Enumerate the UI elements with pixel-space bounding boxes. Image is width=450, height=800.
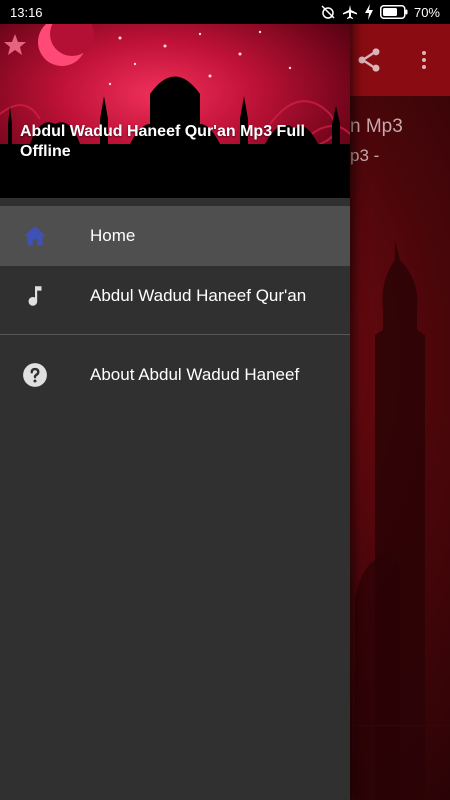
alarm-off-icon bbox=[321, 5, 335, 19]
drawer-menu: Home Abdul Wadud Haneef Qur'an About Abd… bbox=[0, 198, 350, 405]
music-note-icon bbox=[28, 286, 42, 306]
menu-divider bbox=[0, 334, 350, 335]
menu-item-about[interactable]: About Abdul Wadud Haneef bbox=[0, 345, 350, 405]
home-icon bbox=[24, 226, 46, 246]
app-title-fragment: n Mp3 bbox=[350, 116, 403, 137]
drawer-header: Abdul Wadud Haneef Qur'an Mp3 Full Offli… bbox=[0, 24, 350, 198]
app-divider bbox=[350, 725, 450, 726]
menu-item-quran[interactable]: Abdul Wadud Haneef Qur'an bbox=[0, 266, 350, 326]
help-icon bbox=[23, 363, 47, 387]
menu-item-label: Abdul Wadud Haneef Qur'an bbox=[90, 286, 307, 305]
mosque-header-art bbox=[0, 24, 350, 198]
navigation-drawer: Abdul Wadud Haneef Qur'an Mp3 Full Offli… bbox=[0, 0, 350, 800]
menu-item-home[interactable]: Home bbox=[0, 206, 350, 266]
share-icon[interactable] bbox=[355, 46, 383, 74]
status-time: 13:16 bbox=[10, 5, 43, 20]
menu-item-label: About Abdul Wadud Haneef bbox=[90, 365, 300, 384]
status-icons: 70% bbox=[320, 4, 440, 20]
status-bar: 13:16 70% bbox=[0, 0, 450, 24]
more-vert-icon[interactable] bbox=[412, 46, 436, 74]
airplane-icon bbox=[342, 5, 357, 19]
drawer-title: Abdul Wadud Haneef Qur'an Mp3 Full Offli… bbox=[20, 123, 305, 160]
menu-item-label: Home bbox=[90, 226, 136, 245]
charging-icon bbox=[364, 4, 373, 20]
app-subtitle-fragment: p3 - bbox=[350, 146, 380, 165]
minaret-silhouette bbox=[355, 240, 425, 800]
battery-icon bbox=[379, 5, 408, 19]
battery-percentage: 70% bbox=[413, 4, 440, 20]
